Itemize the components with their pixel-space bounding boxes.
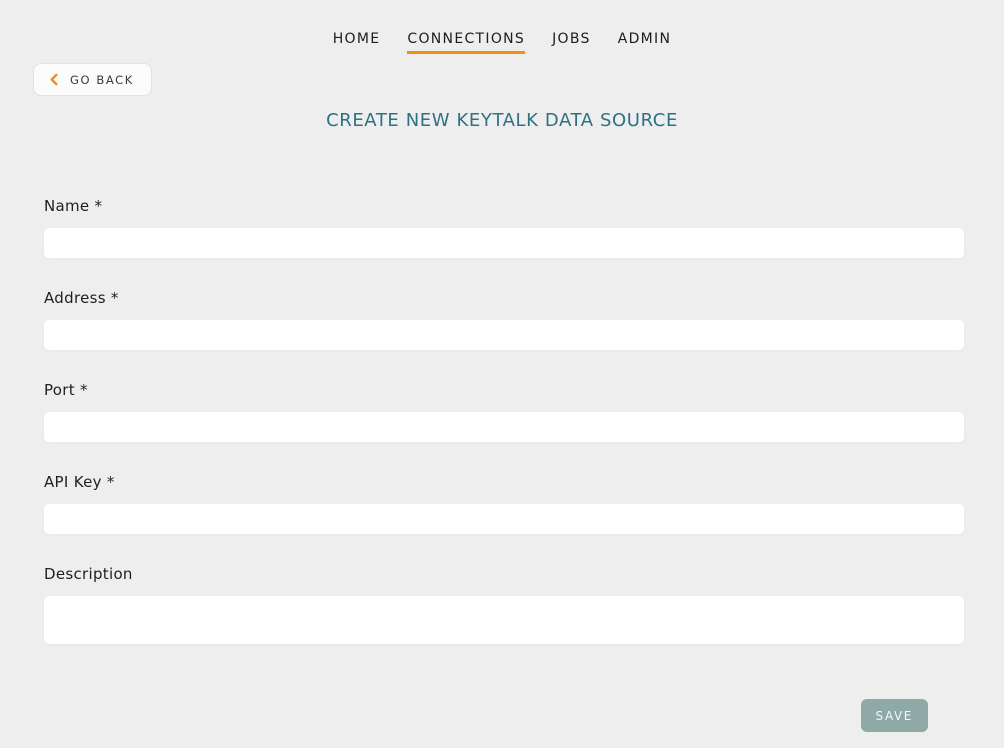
name-label: Name * [44, 197, 964, 215]
description-label: Description [44, 565, 964, 583]
name-input[interactable] [44, 228, 964, 258]
field-api-key: API Key * [44, 473, 964, 534]
api-key-input[interactable] [44, 504, 964, 534]
api-key-label: API Key * [44, 473, 964, 491]
save-row: SAVE [44, 699, 928, 732]
page-title: CREATE NEW KEYTALK DATA SOURCE [0, 110, 1004, 131]
description-textarea[interactable] [44, 596, 964, 644]
chevron-left-icon [48, 73, 61, 86]
port-label: Port * [44, 381, 964, 399]
field-name: Name * [44, 197, 964, 258]
field-description: Description [44, 565, 964, 644]
field-port: Port * [44, 381, 964, 442]
address-label: Address * [44, 289, 964, 307]
top-navigation: HOME CONNECTIONS JOBS ADMIN [0, 0, 1004, 54]
nav-item-admin[interactable]: ADMIN [618, 31, 672, 54]
create-data-source-form: Name * Address * Port * API Key * Descri… [44, 197, 964, 732]
nav-item-home[interactable]: HOME [333, 31, 381, 54]
go-back-button[interactable]: GO BACK [33, 63, 152, 96]
nav-item-connections[interactable]: CONNECTIONS [407, 31, 525, 54]
field-address: Address * [44, 289, 964, 350]
go-back-label: GO BACK [70, 73, 134, 87]
address-input[interactable] [44, 320, 964, 350]
nav-item-jobs[interactable]: JOBS [552, 31, 591, 54]
port-input[interactable] [44, 412, 964, 442]
save-button[interactable]: SAVE [861, 699, 928, 732]
